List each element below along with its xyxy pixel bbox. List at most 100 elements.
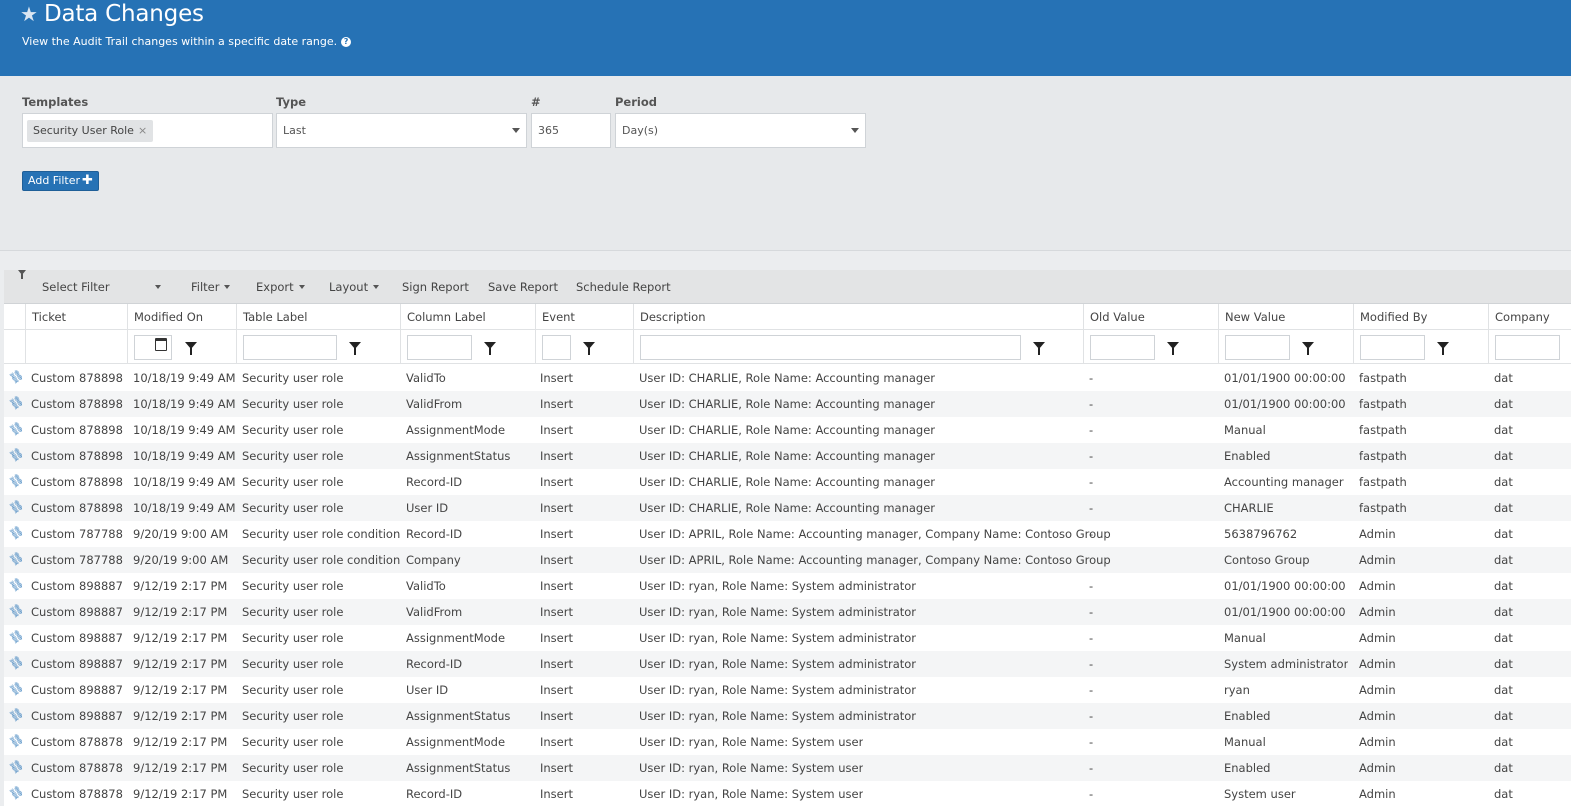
link-icon[interactable]: ⛓ (7, 601, 26, 620)
link-icon[interactable]: ⛓ (7, 497, 26, 516)
table-row[interactable]: ⛓ Custom 898887 9/12/19 2:17 PM Security use… (4, 573, 1571, 599)
modified-by-filter-input[interactable] (1360, 335, 1425, 360)
column-header-company[interactable]: Company (1488, 304, 1571, 330)
filter-icon[interactable] (182, 338, 200, 356)
table-row[interactable]: ⛓ Custom 878878 9/12/19 2:17 PM Security use… (4, 729, 1571, 755)
column-header-event[interactable]: Event (535, 304, 633, 330)
event-filter-input[interactable] (542, 335, 571, 360)
table-row[interactable]: ⛓ Custom 898887 9/12/19 2:17 PM Security use… (4, 651, 1571, 677)
calendar-icon[interactable] (155, 338, 167, 351)
link-icon[interactable]: ⛓ (7, 549, 26, 568)
column-header-old-value[interactable]: Old Value (1083, 304, 1218, 330)
table-row[interactable]: ⛓ Custom 878898 10/18/19 9:49 AM Security us… (4, 417, 1571, 443)
old-value-cell: - (1089, 761, 1094, 775)
table-label-filter-input[interactable] (243, 335, 337, 360)
link-icon[interactable]: ⛓ (7, 367, 26, 386)
ticket-number-cell: 878898 (79, 501, 123, 515)
export-menu[interactable]: Export (256, 270, 305, 304)
table-row[interactable]: ⛓ Custom 878898 10/18/19 9:49 AM Security us… (4, 495, 1571, 521)
table-row[interactable]: ⛓ Custom 898887 9/12/19 2:17 PM Security use… (4, 703, 1571, 729)
column-header-modified-by[interactable]: Modified By (1353, 304, 1488, 330)
export-menu-label: Export (256, 280, 294, 294)
new-value-cell: Manual (1224, 735, 1266, 749)
templates-field[interactable]: Security User Role × (22, 113, 273, 148)
column-label-cell: ValidFrom (406, 605, 463, 619)
filter-icon[interactable] (481, 338, 499, 356)
help-icon[interactable]: ? (341, 36, 352, 47)
sign-report-button[interactable]: Sign Report (402, 270, 469, 304)
table-row[interactable]: ⛓ Custom 787788 9/20/19 9:00 AM Security use… (4, 521, 1571, 547)
add-filter-button[interactable]: Add Filter ✚ (22, 171, 99, 191)
save-report-button[interactable]: Save Report (488, 270, 558, 304)
filter-icon[interactable] (580, 338, 598, 356)
column-header-ticket[interactable]: Ticket (25, 304, 127, 330)
column-header-description[interactable]: Description (633, 304, 1083, 330)
modified-on-cell: 9/20/19 9:00 AM (133, 527, 229, 541)
link-icon[interactable]: ⛓ (7, 523, 26, 542)
link-icon[interactable]: ⛓ (7, 679, 26, 698)
new-value-cell: Enabled (1224, 761, 1271, 775)
table-row[interactable]: ⛓ Custom 898887 9/12/19 2:17 PM Security use… (4, 625, 1571, 651)
description-cell: User ID: ryan, Role Name: System adminis… (639, 579, 917, 593)
link-icon[interactable]: ⛓ (7, 393, 26, 412)
filter-icon[interactable] (1164, 338, 1182, 356)
filter-menu[interactable]: Filter (191, 270, 231, 304)
link-icon[interactable]: ⛓ (7, 783, 26, 802)
table-row[interactable]: ⛓ Custom 878898 10/18/19 9:49 AM Security us… (4, 391, 1571, 417)
remove-chip-icon[interactable]: × (138, 120, 147, 142)
table-row[interactable]: ⛓ Custom 878898 10/18/19 9:49 AM Security us… (4, 469, 1571, 495)
new-value-cell: Contoso Group (1224, 553, 1310, 567)
column-label-filter-input[interactable] (407, 335, 472, 360)
old-value-cell: - (1089, 397, 1094, 411)
filter-icon[interactable] (346, 338, 364, 356)
column-header-modified-on[interactable]: Modified On (127, 304, 236, 330)
table-row[interactable]: ⛓ Custom 787788 9/20/19 9:00 AM Security use… (4, 547, 1571, 573)
star-icon[interactable]: ★ (20, 4, 38, 24)
table-row[interactable]: ⛓ Custom 878878 9/12/19 2:17 PM Security use… (4, 781, 1571, 806)
new-value-filter-input[interactable] (1225, 335, 1290, 360)
column-header-new-value[interactable]: New Value (1218, 304, 1353, 330)
ticket-type-cell: Custom (31, 605, 76, 619)
company-filter-cell (1488, 330, 1571, 364)
add-filter-label: Add Filter (28, 174, 81, 187)
filter-icon[interactable] (1030, 338, 1048, 356)
event-cell: Insert (540, 761, 573, 775)
link-icon[interactable]: ⛓ (7, 757, 26, 776)
filter-icon[interactable] (1299, 338, 1317, 356)
number-input[interactable]: 365 (531, 113, 611, 148)
column-header-table-label[interactable]: Table Label (236, 304, 400, 330)
select-filter-dropdown[interactable]: Select Filter (42, 270, 162, 304)
link-icon[interactable]: ⛓ (7, 627, 26, 646)
company-filter-input[interactable] (1495, 335, 1560, 360)
column-header-column-label[interactable]: Column Label (400, 304, 535, 330)
old-value-filter-input[interactable] (1090, 335, 1155, 360)
link-icon[interactable]: ⛓ (7, 705, 26, 724)
link-icon[interactable]: ⛓ (7, 575, 26, 594)
link-icon[interactable]: ⛓ (7, 419, 26, 438)
chevron-down-icon (373, 285, 380, 289)
period-select[interactable]: Day(s) (615, 113, 866, 148)
type-select[interactable]: Last (276, 113, 527, 148)
description-filter-input[interactable] (640, 335, 1021, 360)
table-row[interactable]: ⛓ Custom 898887 9/12/19 2:17 PM Security use… (4, 677, 1571, 703)
table-row[interactable]: ⛓ Custom 878898 10/18/19 9:49 AM Security us… (4, 365, 1571, 391)
link-icon[interactable]: ⛓ (7, 731, 26, 750)
description-cell: User ID: ryan, Role Name: System adminis… (639, 605, 917, 619)
modified-by-cell: Admin (1359, 527, 1396, 541)
table-row[interactable]: ⛓ Custom 898887 9/12/19 2:17 PM Security use… (4, 599, 1571, 625)
link-icon[interactable]: ⛓ (7, 653, 26, 672)
table-row[interactable]: ⛓ Custom 878898 10/18/19 9:49 AM Security us… (4, 443, 1571, 469)
filter-menu-label: Filter (191, 280, 220, 294)
description-cell: User ID: ryan, Role Name: System user (639, 761, 864, 775)
table-row[interactable]: ⛓ Custom 878878 9/12/19 2:17 PM Security use… (4, 755, 1571, 781)
new-value-cell: Manual (1224, 631, 1266, 645)
schedule-report-button[interactable]: Schedule Report (576, 270, 671, 304)
layout-menu[interactable]: Layout (329, 270, 380, 304)
modified-by-filter-cell (1353, 330, 1488, 364)
link-icon[interactable]: ⛓ (7, 471, 26, 490)
company-cell: dat (1494, 787, 1513, 801)
description-cell: User ID: APRIL, Role Name: Accounting ma… (639, 527, 1111, 541)
column-label-cell: User ID (406, 683, 449, 697)
filter-icon[interactable] (1434, 338, 1452, 356)
link-icon[interactable]: ⛓ (7, 445, 26, 464)
